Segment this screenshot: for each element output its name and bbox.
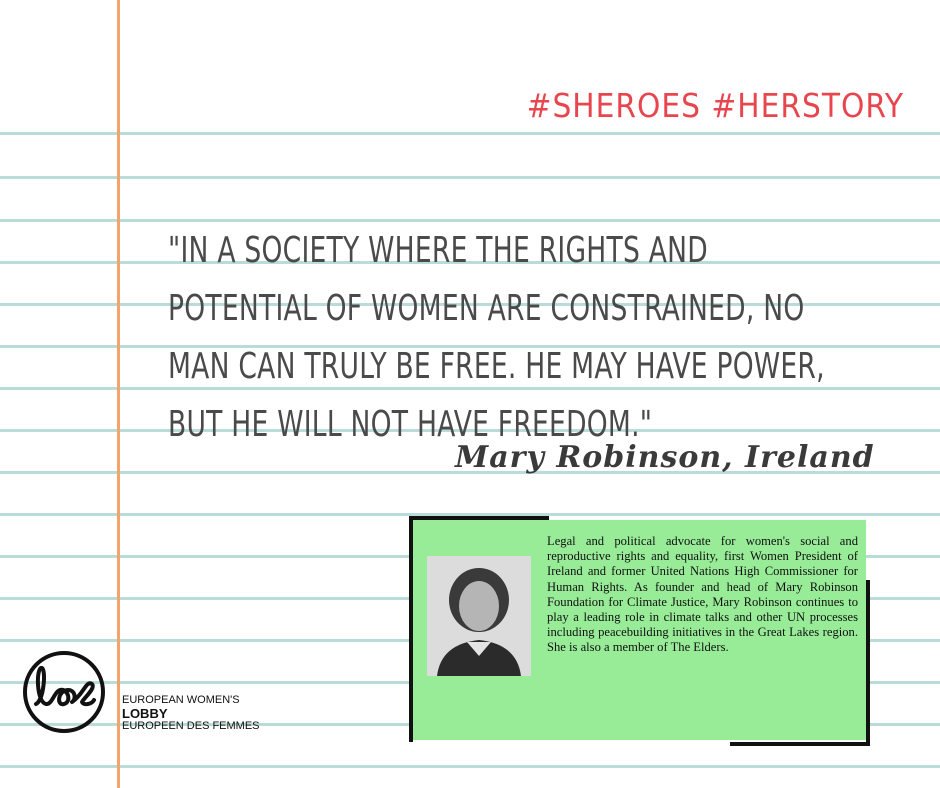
organization-name: EUROPEAN WOMEN'S LOBBY EUROPEEN DES FEMM…: [122, 694, 260, 733]
portrait-photo: [427, 556, 531, 676]
ewl-logo-icon: [23, 651, 105, 733]
quote-text: "IN A SOCIETY WHERE THE RIGHTS AND POTEN…: [168, 230, 825, 445]
frame-border: [866, 580, 870, 746]
frame-border: [409, 516, 549, 520]
quote-author: Mary Robinson, Ireland: [455, 440, 875, 475]
hashtags: #SHEROES #HERSTORY: [526, 86, 904, 125]
bio-text: Legal and political advocate for women's…: [547, 534, 858, 655]
ruled-line: [0, 176, 940, 179]
ruled-line: [0, 132, 940, 135]
bio-card: Legal and political advocate for women's…: [409, 516, 870, 746]
portrait-icon: [427, 556, 531, 676]
frame-border: [409, 516, 413, 742]
org-line-2: LOBBY: [122, 706, 168, 721]
frame-border: [730, 742, 870, 746]
org-line-3: EUROPEEN DES FEMMES: [122, 720, 260, 732]
margin-line: [117, 0, 120, 788]
ruled-line: [0, 765, 940, 768]
